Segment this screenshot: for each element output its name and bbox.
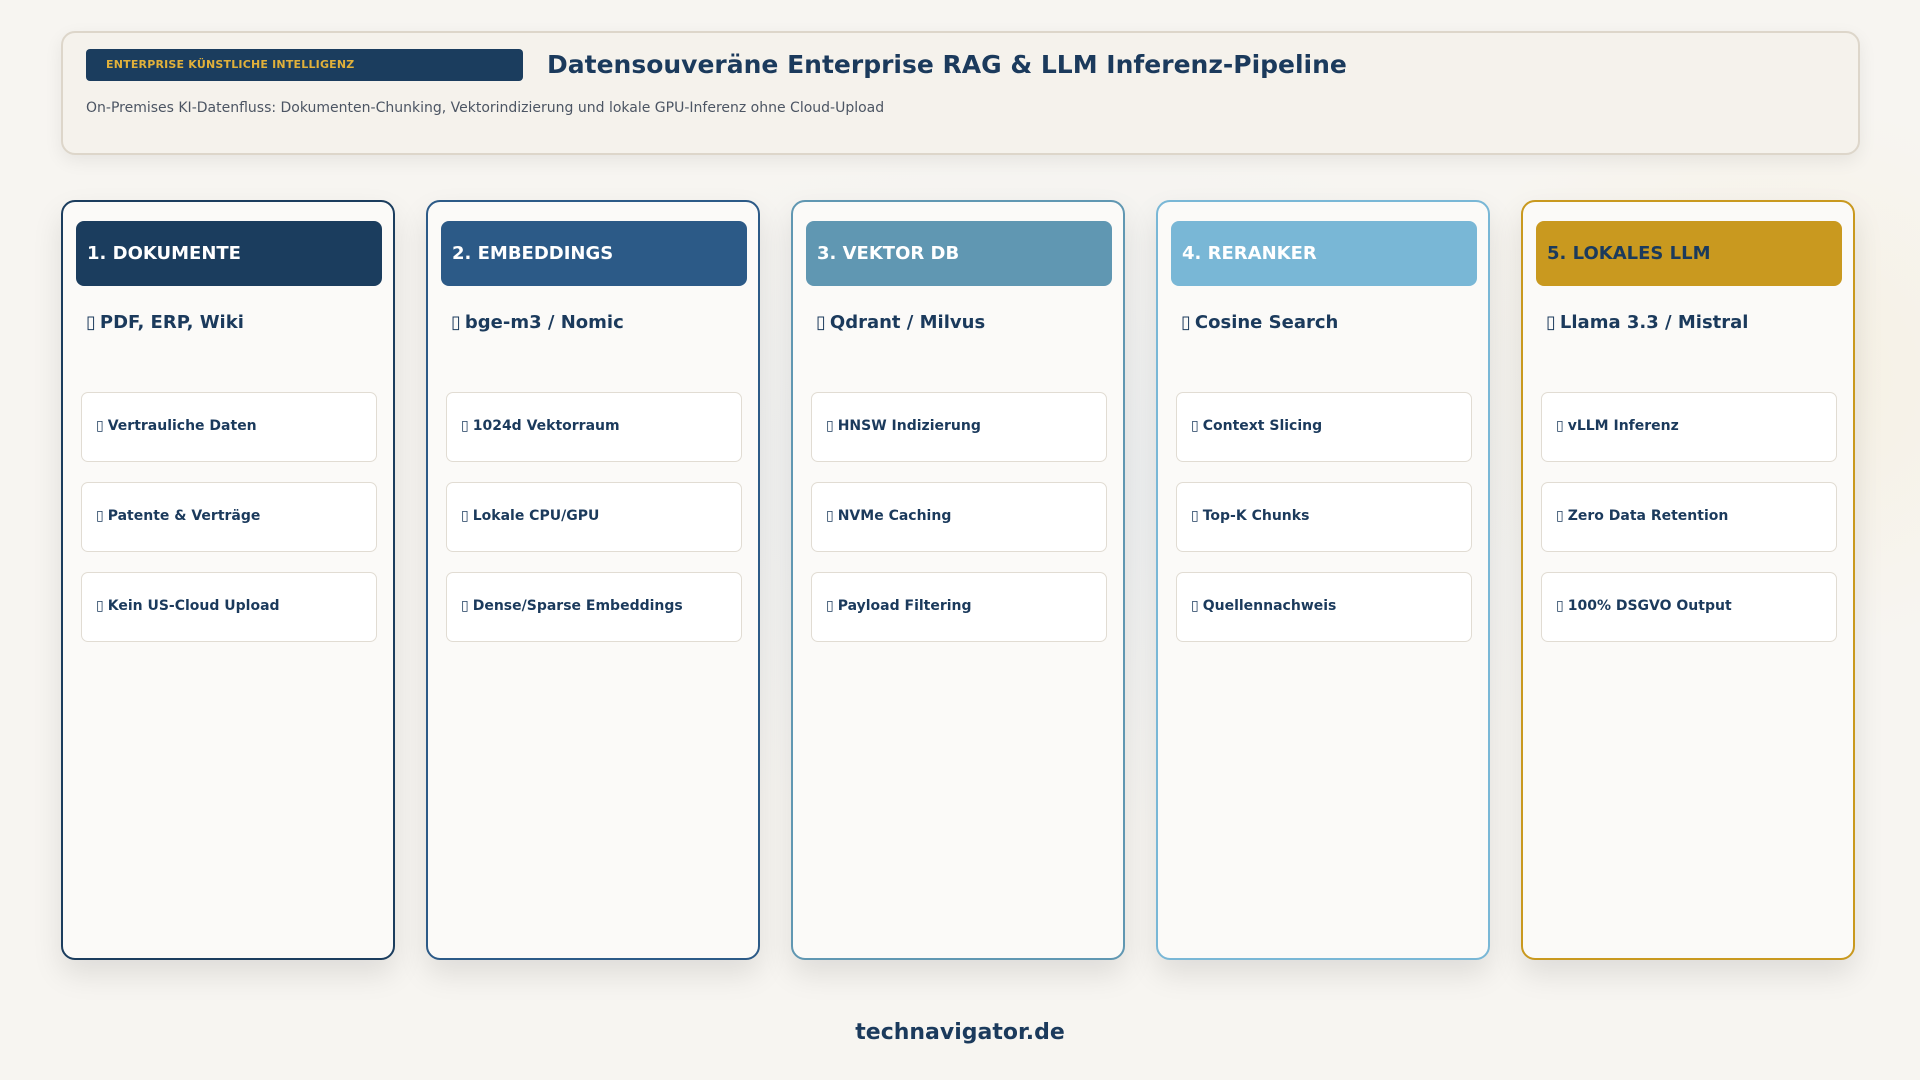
placeholder-glyph-icon: ▯ (826, 418, 834, 434)
stage-tools: ▯ PDF, ERP, Wiki (86, 312, 244, 333)
placeholder-glyph-icon: ▯ (1556, 418, 1564, 434)
placeholder-glyph-icon: ▯ (96, 508, 104, 524)
category-badge: ENTERPRISE KÜNSTLICHE INTELLIGENZ (86, 49, 523, 81)
placeholder-glyph-icon: ▯ (451, 312, 461, 333)
feature-label: Lokale CPU/GPU (472, 508, 600, 524)
feature-label: 1024d Vektorraum (472, 418, 620, 434)
feature-card: ▯ HNSW Indizierung (811, 392, 1107, 462)
placeholder-glyph-icon: ▯ (1556, 508, 1564, 524)
stage-tools: ▯ Llama 3.3 / Mistral (1546, 312, 1748, 333)
pipeline-stage-lokales-llm: 5. LOKALES LLM ▯ Llama 3.3 / Mistral ▯ vLL… (1521, 200, 1855, 960)
stage-header: 2. EMBEDDINGS (441, 221, 747, 286)
feature-card: ▯ Zero Data Retention (1541, 482, 1837, 552)
placeholder-glyph-icon: ▯ (96, 598, 104, 614)
placeholder-glyph-icon: ▯ (86, 312, 96, 333)
feature-card: ▯ Context Slicing (1176, 392, 1472, 462)
pipeline-stage-dokumente: 1. DOKUMENTE ▯ PDF, ERP, Wiki ▯ Vertraulic… (61, 200, 395, 960)
placeholder-glyph-icon: ▯ (461, 508, 469, 524)
feature-label: vLLM Inferenz (1567, 418, 1679, 434)
placeholder-glyph-icon: ▯ (461, 418, 469, 434)
stage-tools-label: bge-m3 / Nomic (464, 312, 624, 333)
feature-card: ▯ Dense/Sparse Embeddings (446, 572, 742, 642)
stage-header: 4. RERANKER (1171, 221, 1477, 286)
stage-header: 3. VEKTOR DB (806, 221, 1112, 286)
stage-tools: ▯ Qdrant / Milvus (816, 312, 985, 333)
feature-card: ▯ Vertrauliche Daten (81, 392, 377, 462)
placeholder-glyph-icon: ▯ (461, 598, 469, 614)
placeholder-glyph-icon: ▯ (1181, 312, 1191, 333)
feature-label: Top-K Chunks (1202, 508, 1310, 524)
pipeline-stage-embeddings: 2. EMBEDDINGS ▯ bge-m3 / Nomic ▯ 1024d Vek… (426, 200, 760, 960)
feature-card: ▯ 1024d Vektorraum (446, 392, 742, 462)
placeholder-glyph-icon: ▯ (96, 418, 104, 434)
placeholder-glyph-icon: ▯ (1556, 598, 1564, 614)
header-panel: ENTERPRISE KÜNSTLICHE INTELLIGENZ Datens… (61, 31, 1860, 155)
stage-tools-label: PDF, ERP, Wiki (99, 312, 244, 333)
feature-card: ▯ Payload Filtering (811, 572, 1107, 642)
feature-card: ▯ Kein US-Cloud Upload (81, 572, 377, 642)
page-title: Datensouveräne Enterprise RAG & LLM Infe… (547, 50, 1347, 79)
placeholder-glyph-icon: ▯ (1191, 508, 1199, 524)
stage-header: 1. DOKUMENTE (76, 221, 382, 286)
feature-label: Payload Filtering (837, 598, 972, 614)
placeholder-glyph-icon: ▯ (1191, 598, 1199, 614)
stage-tools: ▯ Cosine Search (1181, 312, 1338, 333)
feature-label: Quellennachweis (1202, 598, 1337, 614)
feature-label: HNSW Indizierung (837, 418, 981, 434)
stage-tools: ▯ bge-m3 / Nomic (451, 312, 624, 333)
feature-card: ▯ Lokale CPU/GPU (446, 482, 742, 552)
placeholder-glyph-icon: ▯ (816, 312, 826, 333)
stage-header: 5. LOKALES LLM (1536, 221, 1842, 286)
feature-card: ▯ NVMe Caching (811, 482, 1107, 552)
feature-label: Vertrauliche Daten (107, 418, 257, 434)
stage-tools-label: Qdrant / Milvus (829, 312, 986, 333)
feature-card: ▯ vLLM Inferenz (1541, 392, 1837, 462)
page-subtitle: On-Premises KI-Datenfluss: Dokumenten-Ch… (86, 100, 885, 116)
feature-label: NVMe Caching (837, 508, 952, 524)
feature-card: ▯ Quellennachweis (1176, 572, 1472, 642)
feature-label: Context Slicing (1202, 418, 1323, 434)
stage-tools-label: Llama 3.3 / Mistral (1559, 312, 1749, 333)
pipeline-stage-reranker: 4. RERANKER ▯ Cosine Search ▯ Context Slic… (1156, 200, 1490, 960)
pipeline-stage-vektor-db: 3. VEKTOR DB ▯ Qdrant / Milvus ▯ HNSW Indi… (791, 200, 1125, 960)
placeholder-glyph-icon: ▯ (1191, 418, 1199, 434)
stage-tools-label: Cosine Search (1194, 312, 1339, 333)
placeholder-glyph-icon: ▯ (1546, 312, 1556, 333)
feature-card: ▯ Patente & Verträge (81, 482, 377, 552)
placeholder-glyph-icon: ▯ (826, 598, 834, 614)
feature-label: Patente & Verträge (107, 508, 261, 524)
footer-brand-link[interactable]: technavigator.de (0, 1020, 1920, 1045)
feature-card: ▯ Top-K Chunks (1176, 482, 1472, 552)
feature-label: Dense/Sparse Embeddings (472, 598, 683, 614)
feature-label: Zero Data Retention (1567, 508, 1729, 524)
feature-card: ▯ 100% DSGVO Output (1541, 572, 1837, 642)
feature-label: 100% DSGVO Output (1567, 598, 1732, 614)
feature-label: Kein US-Cloud Upload (107, 598, 280, 614)
placeholder-glyph-icon: ▯ (826, 508, 834, 524)
